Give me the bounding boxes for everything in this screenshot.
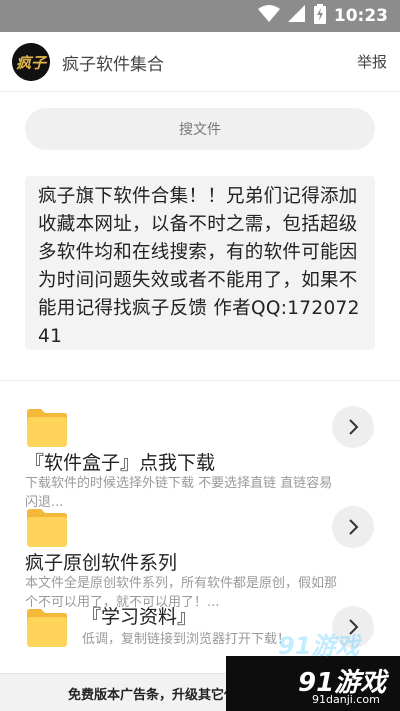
watermark-ghost: 91游戏 [278,632,360,660]
folder-icon [27,409,67,447]
app-logo[interactable]: 疯子 [12,43,50,81]
page-title: 疯子软件集合 [62,55,164,75]
search-input[interactable]: 搜文件 [25,108,375,150]
chevron-right-icon [349,519,359,535]
report-button[interactable]: 举报 [357,51,387,72]
battery-charging-icon [313,4,326,28]
list-item[interactable]: 疯子原创软件系列 本文件全是原创软件系列，所有软件都是原创，假如那个不可以用了，… [0,500,400,610]
ad-text: 免费版本广告条，升级其它任一 [68,688,251,703]
list-item[interactable]: 『软件盒子』点我下载 下载软件的时候选择外链下载 不要选择直链 直链容易闪退..… [0,400,400,510]
open-item-button[interactable] [332,406,374,448]
search-placeholder: 搜文件 [179,122,221,138]
divider [0,380,400,381]
notice-card: 疯子旗下软件合集！！兄弟们记得添加收藏本网址，以备不时之需，包括超级多软件均和在… [25,176,375,350]
open-item-button[interactable] [332,506,374,548]
item-title: 『学习资料』 [82,606,197,628]
watermark: 91游戏 91游戏 91danji.com [226,632,400,711]
folder-icon [27,609,67,647]
watermark-url: 91danji.com [312,693,380,706]
item-title: 『软件盒子』点我下载 [25,452,216,474]
notice-text: 疯子旗下软件合集！！兄弟们记得添加收藏本网址，以备不时之需，包括超级多软件均和在… [38,186,360,347]
app-header: 疯子 疯子软件集合 举报 [0,32,400,92]
item-title: 疯子原创软件系列 [25,552,178,574]
status-bar: 10:23 [0,0,400,32]
wifi-icon [257,5,280,27]
folder-icon [27,509,67,547]
logo-text: 疯子 [16,54,48,72]
chevron-right-icon [349,419,359,435]
clock: 10:23 [333,6,388,26]
signal-icon [287,5,306,27]
